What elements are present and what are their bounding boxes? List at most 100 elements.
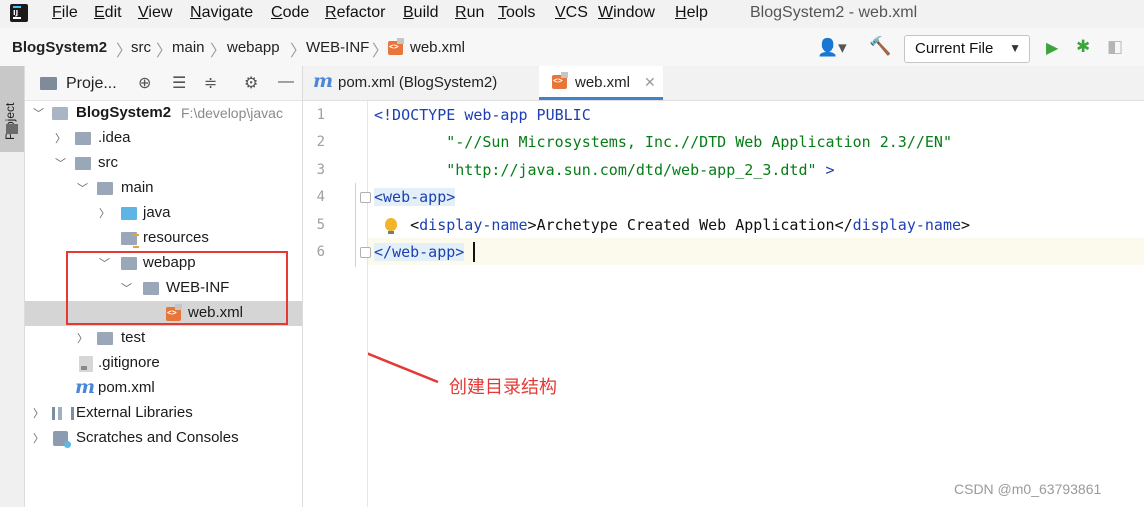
menu-edit[interactable]: Edit [94, 4, 122, 22]
menu-code[interactable]: Code [271, 4, 309, 22]
breadcrumb-src[interactable]: src [131, 39, 151, 56]
tree-item-label: resources [143, 229, 209, 246]
chevron-right-icon: 〉 [77, 333, 88, 345]
minimize-icon[interactable]: — [278, 73, 294, 91]
xml-file-icon [552, 72, 568, 89]
chevron-right-icon: 〉 [55, 133, 66, 145]
run-icon[interactable]: ▶ [1046, 38, 1058, 58]
tree-item-idea[interactable]: 〉 .idea [25, 126, 302, 151]
breadcrumb-webapp[interactable]: webapp [227, 39, 280, 56]
chevron-right-icon: 〉 [33, 433, 44, 445]
tree-item-resources[interactable]: resources [25, 226, 302, 251]
code-token: </ [834, 216, 853, 234]
user-icon[interactable]: 👤▾ [817, 38, 847, 58]
expand-all-icon[interactable]: ☰ [172, 73, 186, 93]
code-token: > [961, 216, 971, 234]
project-tool-tab-label: Project [3, 102, 17, 140]
tree-item-label: main [121, 179, 154, 196]
close-icon[interactable]: ✕ [644, 74, 656, 91]
tree-item-label: BlogSystem2 [76, 104, 172, 121]
code-token: > [455, 243, 465, 261]
folder-icon [97, 332, 113, 345]
tree-item-main[interactable]: ﹀ main [25, 176, 302, 201]
code-line-4[interactable]: <web-app> [374, 188, 456, 206]
tree-item-scratches[interactable]: 〉 Scratches and Consoles [25, 426, 302, 451]
tree-item-src[interactable]: ﹀ src [25, 151, 302, 176]
menu-tools[interactable]: Tools [498, 4, 535, 22]
code-token: display-name [852, 216, 962, 234]
menu-help[interactable]: Help [675, 4, 708, 22]
menu-refactor[interactable]: Refactor [325, 4, 385, 22]
intellij-logo-icon: IJ [10, 4, 28, 22]
hammer-icon[interactable]: 🔨 [869, 36, 891, 57]
chevron-down-icon: ﹀ [77, 183, 88, 195]
current-line-highlight [368, 238, 1144, 265]
tab-pom-xml[interactable]: m pom.xml (BlogSystem2) [303, 66, 538, 100]
line-number: 2 [316, 134, 325, 150]
folder-icon [75, 157, 91, 170]
source-folder-icon [121, 207, 137, 220]
breadcrumb-web-inf[interactable]: WEB-INF [306, 39, 369, 56]
collapse-all-icon[interactable]: ≑ [204, 73, 217, 93]
tree-item-test[interactable]: 〉 test [25, 326, 302, 351]
breadcrumb-project[interactable]: BlogSystem2 [12, 39, 107, 56]
tree-item-gitignore[interactable]: .gitignore [25, 351, 302, 376]
code-line-6[interactable]: </web-app> [374, 243, 465, 261]
menu-build[interactable]: Build [403, 4, 439, 22]
code-line-2[interactable]: "-//Sun Microsystems, Inc.//DTD Web Appl… [374, 133, 952, 151]
folder-icon [97, 182, 113, 195]
tree-item-external-libraries[interactable]: 〉 External Libraries [25, 401, 302, 426]
breadcrumb-separator-icon: 〉 [372, 43, 389, 60]
watermark: CSDN @m0_63793861 [954, 481, 1102, 497]
breadcrumb-separator-icon: 〉 [116, 43, 133, 60]
fold-guide [355, 183, 356, 267]
menu-view[interactable]: View [138, 4, 172, 22]
tree-item-java[interactable]: 〉 java [25, 201, 302, 226]
project-panel-title[interactable]: Proje... [66, 75, 117, 93]
menu-vcs[interactable]: VCS [555, 4, 588, 22]
tree-item-label: src [98, 154, 118, 171]
maven-icon: m [313, 70, 334, 92]
code-token: "-//Sun Microsystems, Inc.//DTD Web Appl… [374, 133, 952, 151]
menu-navigate[interactable]: Navigate [190, 4, 253, 22]
breadcrumb-separator-icon: 〉 [156, 43, 173, 60]
gear-icon[interactable]: ⚙ [244, 73, 258, 93]
code-token: > [527, 216, 537, 234]
run-configuration-label: Current File [915, 40, 994, 57]
tree-item-label: Scratches and Consoles [76, 429, 239, 446]
breadcrumb-main[interactable]: main [172, 39, 205, 56]
code-token: web-app [392, 243, 456, 261]
code-line-1[interactable]: <!DOCTYPE web-app PUBLIC [374, 106, 591, 124]
code-line-3[interactable]: "http://java.sun.com/dtd/web-app_2_3.dtd… [374, 161, 834, 179]
debug-icon[interactable]: ✱ [1076, 37, 1090, 57]
code-token: web-app PUBLIC [464, 106, 591, 124]
library-icon [52, 407, 74, 420]
tree-item-project-root[interactable]: ﹀ BlogSystem2 F:\develop\javac [25, 101, 302, 126]
code-token: web-app [383, 188, 447, 206]
fold-marker-icon[interactable] [360, 247, 371, 258]
tree-item-label: .idea [98, 129, 131, 146]
menu-run[interactable]: Run [455, 4, 484, 22]
code-line-5[interactable]: <display-name>Archetype Created Web Appl… [374, 216, 970, 234]
fold-marker-icon[interactable] [360, 192, 371, 203]
chevron-down-icon: ﹀ [55, 158, 66, 170]
tab-web-xml[interactable]: web.xml ✕ [539, 66, 663, 100]
code-token: display-name [419, 216, 528, 234]
code-token: < [410, 216, 420, 234]
locate-icon[interactable]: ⊕ [138, 73, 151, 93]
tree-item-pom-xml[interactable]: m pom.xml [25, 376, 302, 401]
folder-icon [75, 132, 91, 145]
chevron-right-icon: 〉 [99, 208, 110, 220]
tab-label: web.xml [575, 74, 631, 91]
chevron-down-icon: ▼ [1009, 41, 1021, 55]
menu-window[interactable]: Window [598, 4, 655, 22]
tree-item-label: java [143, 204, 171, 221]
menu-file[interactable]: File [52, 4, 78, 22]
breadcrumb-web-xml[interactable]: web.xml [410, 39, 465, 56]
run-configuration-select[interactable]: Current File ▼ [904, 35, 1030, 63]
code-token: < [374, 188, 384, 206]
maven-icon: m [75, 376, 96, 398]
code-token: </ [374, 243, 393, 261]
profile-icon[interactable]: ◧ [1107, 37, 1123, 57]
